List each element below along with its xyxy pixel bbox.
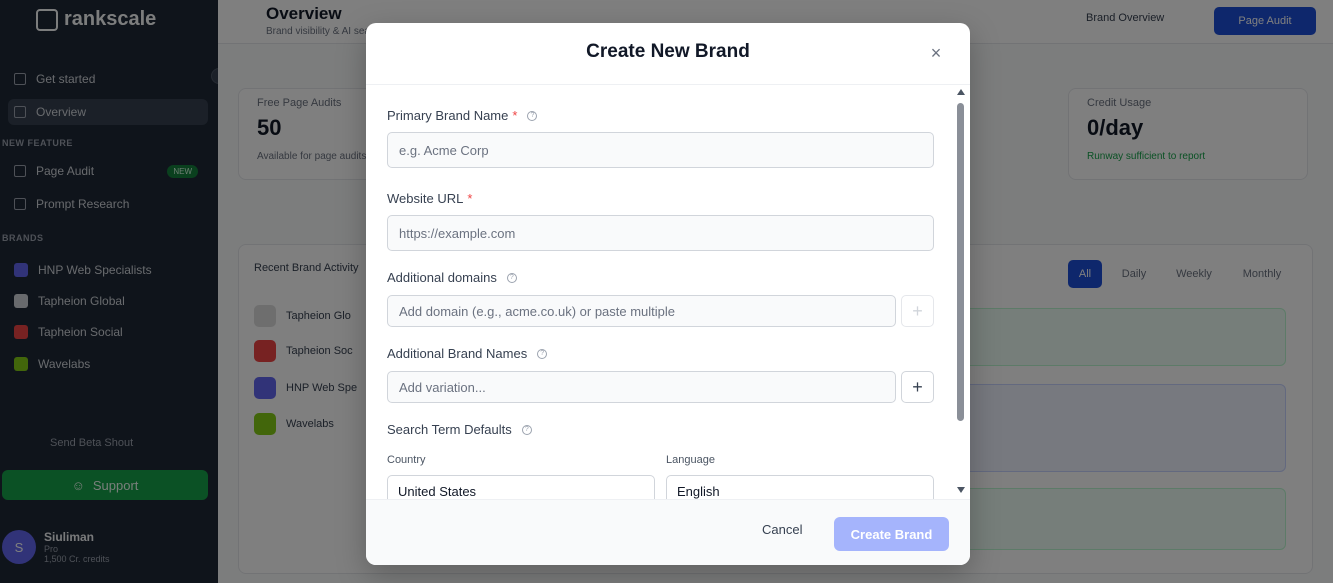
dialog-title: Create New Brand	[586, 41, 750, 62]
label-text: Website URL	[387, 191, 464, 206]
scroll-down-icon[interactable]	[957, 487, 965, 493]
info-icon[interactable]: ?	[527, 110, 538, 121]
country-select[interactable]: United States	[387, 475, 655, 499]
required-marker: *	[467, 191, 473, 206]
website-url-input[interactable]	[387, 215, 934, 251]
plus-icon: +	[912, 376, 923, 397]
language-label: Language	[666, 454, 715, 466]
brand-variation-input[interactable]	[387, 371, 896, 403]
scrollbar-thumb[interactable]	[957, 103, 964, 421]
dialog-header: Create New Brand ×	[366, 23, 970, 85]
language-select[interactable]: English	[666, 475, 934, 499]
dialog-body: Primary Brand Name * ? Website URL * Add…	[366, 86, 970, 499]
plus-icon: +	[912, 300, 923, 321]
additional-domains-label: Additional domains ?	[387, 270, 517, 285]
required-marker: *	[512, 108, 518, 123]
scroll-up-icon[interactable]	[957, 89, 965, 95]
close-icon[interactable]: ×	[928, 44, 944, 62]
label-text: Search Term Defaults	[387, 422, 512, 437]
dialog-footer: Cancel Create Brand	[366, 499, 970, 565]
search-defaults-label: Search Term Defaults ?	[387, 422, 532, 437]
label-text: Additional Brand Names	[387, 346, 528, 361]
label-text: Additional domains	[387, 270, 497, 285]
label-text: Primary Brand Name	[387, 108, 509, 123]
primary-name-input[interactable]	[387, 132, 934, 168]
create-brand-dialog: Create New Brand × Primary Brand Name * …	[366, 23, 970, 565]
country-label: Country	[387, 454, 426, 466]
add-domain-button[interactable]: +	[901, 295, 934, 327]
info-icon[interactable]: ?	[506, 272, 517, 283]
website-label: Website URL *	[387, 191, 472, 206]
additional-domain-input[interactable]	[387, 295, 896, 327]
create-brand-button[interactable]: Create Brand	[834, 517, 949, 551]
dialog-scrollbar[interactable]	[954, 87, 966, 497]
info-icon[interactable]: ?	[521, 424, 532, 435]
info-icon[interactable]: ?	[537, 348, 548, 359]
primary-name-label: Primary Brand Name * ?	[387, 108, 538, 123]
cancel-button[interactable]: Cancel	[762, 522, 802, 537]
additional-names-label: Additional Brand Names ?	[387, 346, 548, 361]
add-variation-button[interactable]: +	[901, 371, 934, 403]
